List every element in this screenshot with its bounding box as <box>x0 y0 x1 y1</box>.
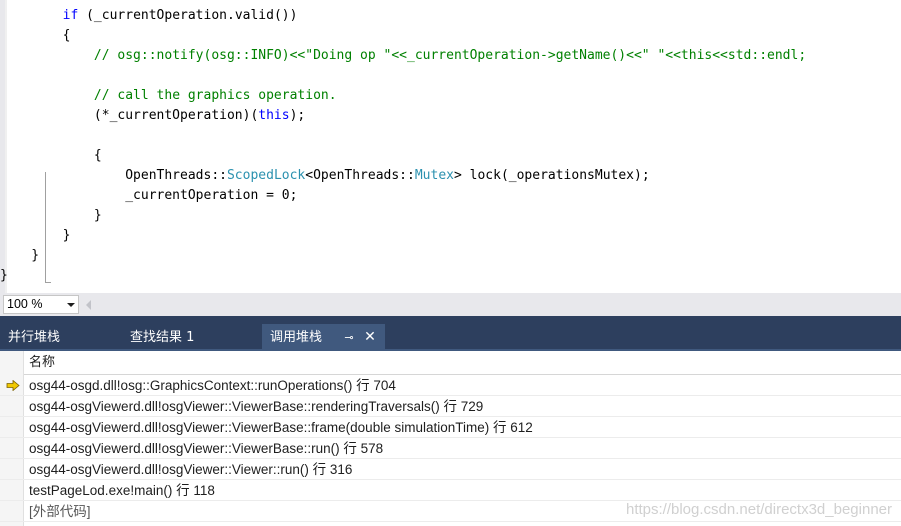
code-keyword: if <box>62 8 79 23</box>
code-text: > lock(_operationsMutex); <box>453 168 650 183</box>
code-text: (*_currentOperation)( <box>0 108 259 123</box>
code-keyword: this <box>258 108 290 123</box>
code-text: } <box>0 268 8 283</box>
code-text: (_currentOperation.valid()) <box>78 8 298 23</box>
code-line[interactable]: { <box>0 26 71 46</box>
call-stack-frame-text: osg44-osgViewerd.dll!osgViewer::ViewerBa… <box>29 441 384 456</box>
code-line[interactable]: } <box>0 246 39 266</box>
code-type-name: Mutex <box>414 168 454 183</box>
pin-icon[interactable]: ⊸ <box>342 324 356 351</box>
code-comment: // call the graphics operation. <box>93 88 337 103</box>
call-stack-row[interactable]: osg44-osgViewerd.dll!osgViewer::ViewerBa… <box>0 396 901 417</box>
zoom-level-value: 100 % <box>7 297 43 311</box>
call-stack-row[interactable]: osg44-osgViewerd.dll!osgViewer::ViewerBa… <box>0 438 901 459</box>
call-stack-row[interactable]: testPageLod.exe!main() 行 118 <box>0 480 901 501</box>
code-text: <OpenThreads:: <box>305 168 415 183</box>
call-stack-frame-text: osg44-osgd.dll!osg::GraphicsContext::run… <box>29 378 396 393</box>
code-text: } <box>0 248 40 263</box>
tab-call-stack-label: 调用堆栈 <box>270 330 323 345</box>
call-stack-frame-text: osg44-osgViewerd.dll!osgViewer::Viewer::… <box>29 462 353 477</box>
brace-guide-outer <box>45 172 46 282</box>
call-stack-grid[interactable]: 名称 osg44-osgd.dll!osg::GraphicsContext::… <box>0 351 901 526</box>
call-stack-tool-window: 并行堆栈 查找结果 1 调用堆栈 ⊸ ✕ 名称 osg44-osgd.dll!o… <box>0 316 901 526</box>
code-text: { <box>0 148 102 163</box>
code-text: { <box>0 28 71 43</box>
code-type-name: ScopedLock <box>226 168 306 183</box>
code-text: ); <box>289 108 306 123</box>
editor-status-strip: 100 % <box>0 293 901 316</box>
watermark: https://blog.csdn.net/directx3d_beginner <box>625 501 892 518</box>
zoom-level-dropdown[interactable]: 100 % <box>3 295 79 314</box>
scroll-left-arrow-icon[interactable] <box>86 300 91 310</box>
code-editor[interactable]: if (_currentOperation.valid()) { // osg:… <box>0 0 901 293</box>
tab-parallel-stacks-label: 并行堆栈 <box>8 330 61 345</box>
call-stack-row[interactable]: osg44-osgViewerd.dll!osgViewer::Viewer::… <box>0 459 901 480</box>
code-text: OpenThreads:: <box>0 168 227 183</box>
code-line[interactable]: } <box>0 206 102 226</box>
tab-parallel-stacks[interactable]: 并行堆栈 <box>0 324 120 351</box>
tab-find-results-label: 查找结果 1 <box>130 330 195 345</box>
code-line[interactable]: OpenThreads::ScopedLock<OpenThreads::Mut… <box>0 166 650 186</box>
call-stack-frame-text: osg44-osgViewerd.dll!osgViewer::ViewerBa… <box>29 399 484 414</box>
code-text: } <box>0 208 102 223</box>
horizontal-scrollbar[interactable] <box>96 297 901 312</box>
call-stack-row[interactable]: osg44-osgViewerd.dll!osgViewer::ViewerBa… <box>0 417 901 438</box>
tool-window-tab-strip: 并行堆栈 查找结果 1 调用堆栈 ⊸ ✕ <box>0 316 901 351</box>
code-line[interactable]: } <box>0 266 8 286</box>
code-comment: // osg::notify(osg::INFO)<<"Doing op "<<… <box>93 48 807 63</box>
close-icon[interactable]: ✕ <box>362 324 378 351</box>
call-stack-frame-text: testPageLod.exe!main() 行 118 <box>29 483 215 498</box>
brace-guide-outer-end <box>45 282 51 283</box>
tab-find-results[interactable]: 查找结果 1 <box>122 324 262 351</box>
code-line[interactable]: { <box>0 146 102 166</box>
call-stack-frame-text: [外部代码] <box>29 504 91 519</box>
chevron-down-icon[interactable] <box>67 303 75 307</box>
current-frame-arrow-icon <box>6 380 20 391</box>
column-header-name[interactable]: 名称 <box>24 351 901 375</box>
call-stack-frame-text: osg44-osgViewerd.dll!osgViewer::ViewerBa… <box>29 420 533 435</box>
call-stack-row[interactable]: osg44-osgd.dll!osg::GraphicsContext::run… <box>0 375 901 396</box>
code-line[interactable]: // call the graphics operation. <box>0 86 337 106</box>
code-line[interactable]: // osg::notify(osg::INFO)<<"Doing op "<<… <box>0 46 806 66</box>
code-text: } <box>0 228 71 243</box>
tab-call-stack[interactable]: 调用堆栈 ⊸ ✕ <box>262 324 385 351</box>
code-line[interactable]: } <box>0 226 71 246</box>
code-line[interactable]: if (_currentOperation.valid()) <box>0 6 298 26</box>
code-line[interactable]: (*_currentOperation)(this); <box>0 106 305 126</box>
